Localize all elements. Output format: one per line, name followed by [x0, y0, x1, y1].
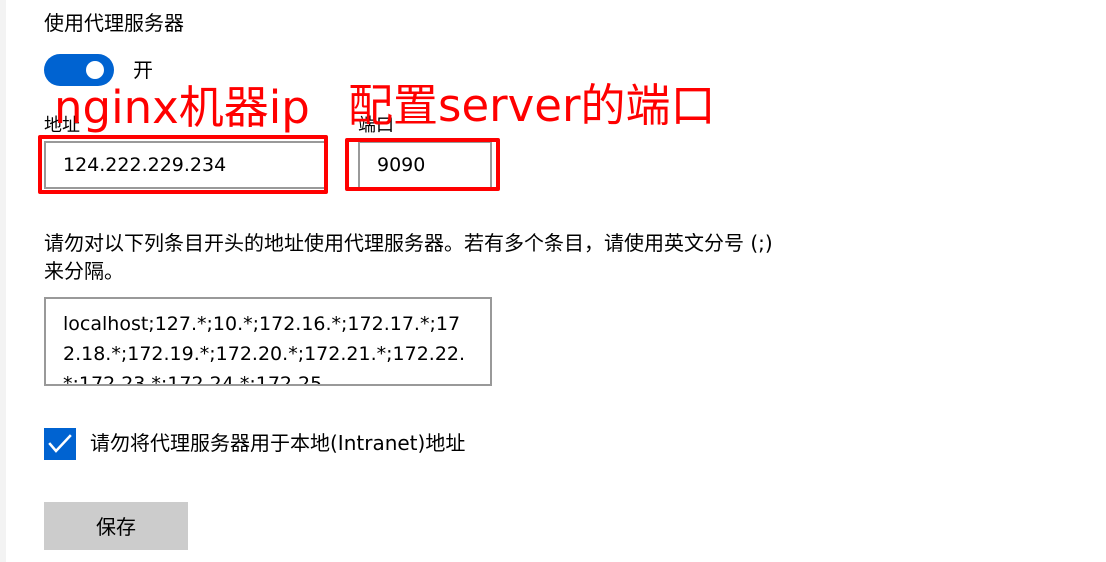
exceptions-textarea[interactable]: localhost;127.*;10.*;172.16.*;172.17.*;1… [44, 297, 492, 386]
exceptions-description: 请勿对以下列条目开头的地址使用代理服务器。若有多个条目，请使用英文分号 (;) … [44, 231, 773, 283]
toggle-state-label: 开 [133, 58, 153, 82]
bypass-local-checkbox[interactable] [44, 428, 76, 460]
checkmark-icon [48, 434, 72, 453]
window-edge [0, 0, 6, 562]
port-annotation-text: 配置server的端口 [348, 79, 716, 132]
port-annotation-box [345, 138, 500, 191]
bypass-local-label: 请勿将代理服务器用于本地(Intranet)地址 [90, 431, 466, 455]
address-annotation-box [38, 135, 328, 194]
section-title: 使用代理服务器 [44, 11, 184, 35]
toggle-knob [86, 61, 104, 79]
proxy-settings-page: 使用代理服务器 开 地址 124.222.229.234 端口 9090 ngi… [0, 0, 1106, 562]
save-button[interactable]: 保存 [44, 502, 188, 550]
address-annotation-text: nginx机器ip [54, 81, 310, 134]
